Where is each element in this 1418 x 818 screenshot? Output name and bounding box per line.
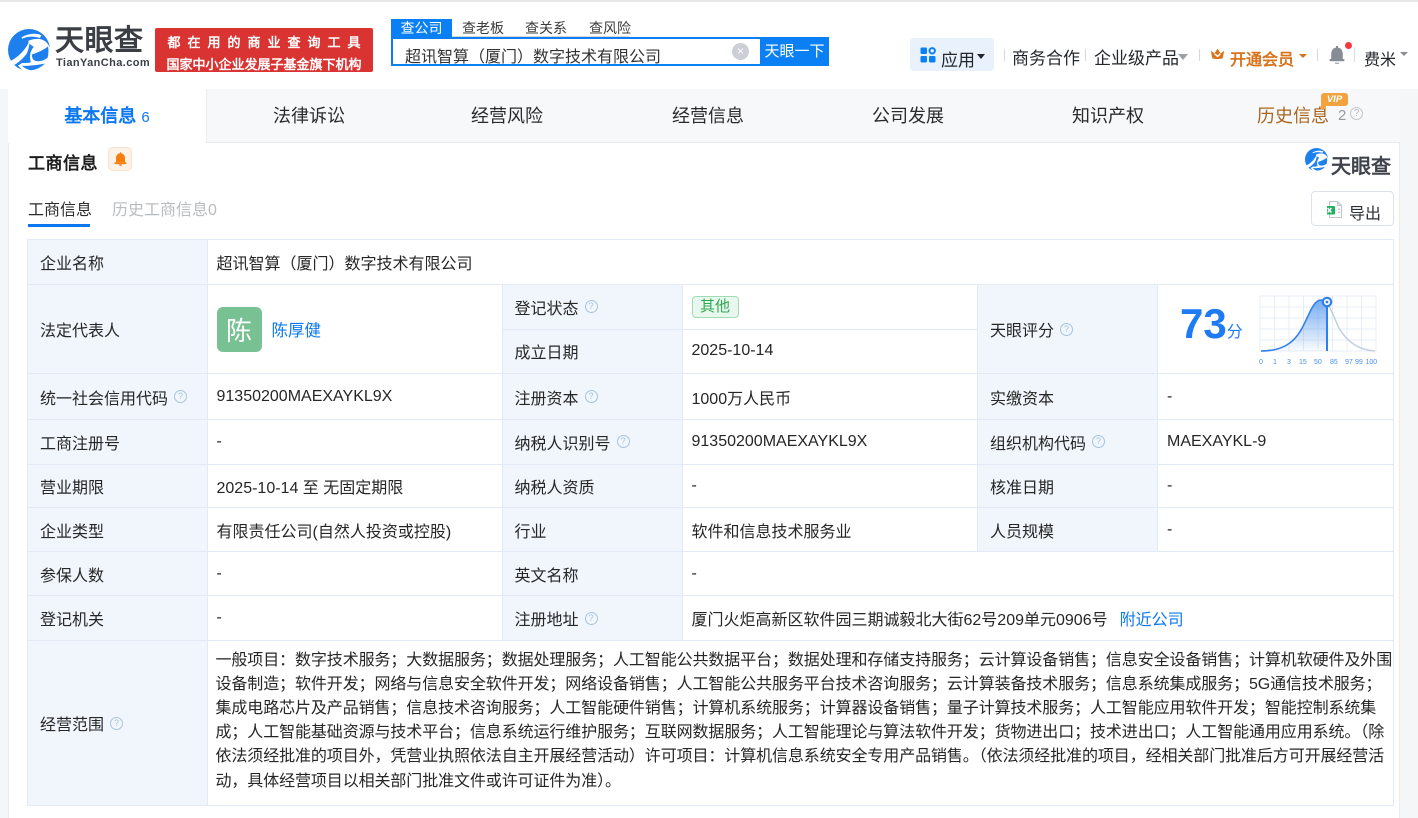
svg-text:85: 85 [1330, 359, 1338, 366]
svg-text:99: 99 [1355, 359, 1363, 366]
svg-text:15: 15 [1299, 359, 1307, 366]
svg-text:50: 50 [1314, 359, 1322, 366]
svg-text:1: 1 [1273, 359, 1277, 366]
svg-text:97: 97 [1345, 359, 1353, 366]
svg-text:100: 100 [1365, 359, 1377, 366]
svg-text:0: 0 [1259, 359, 1263, 366]
svg-text:3: 3 [1287, 359, 1291, 366]
